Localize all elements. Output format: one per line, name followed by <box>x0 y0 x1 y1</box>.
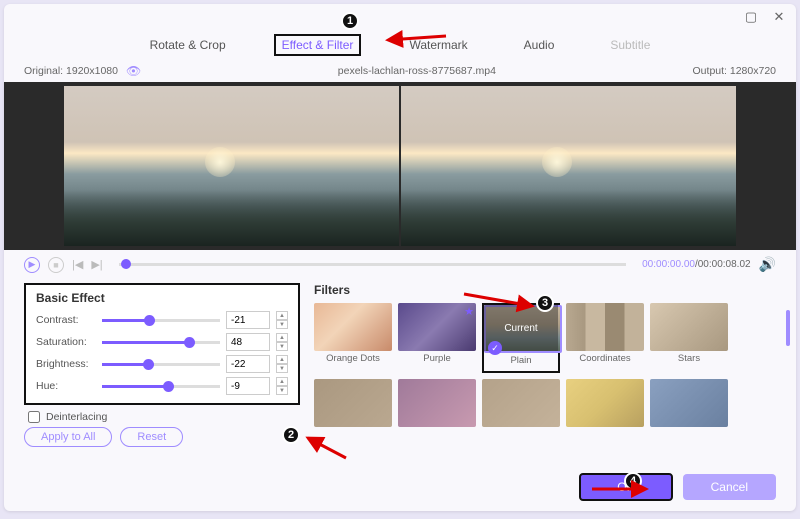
filter-item[interactable]: ★ Purple <box>398 303 476 373</box>
filter-item[interactable] <box>398 379 476 449</box>
filter-thumbnail <box>314 303 392 351</box>
spinner-up-icon[interactable]: ▲ <box>276 377 288 386</box>
spinner-up-icon[interactable]: ▲ <box>276 355 288 364</box>
window-close-icon[interactable]: ✕ <box>772 10 786 24</box>
effect-label: Saturation: <box>36 336 96 348</box>
video-editor-window: ▢ ✕ Rotate & Crop Effect & Filter Waterm… <box>4 4 796 511</box>
filter-thumbnail <box>314 379 392 427</box>
preview-original <box>64 86 399 246</box>
time-display: 00:00:00.00/00:00:08.02 <box>642 259 750 270</box>
effect-spinner[interactable]: ▲▼ <box>276 355 288 373</box>
filter-item[interactable]: Current✓Plain <box>482 303 560 373</box>
spinner-up-icon[interactable]: ▲ <box>276 333 288 342</box>
effect-row: Hue: -9 ▲▼ <box>36 377 288 395</box>
selected-check-icon: ✓ <box>488 341 502 355</box>
effect-value-input[interactable]: -22 <box>226 355 270 373</box>
filter-item[interactable] <box>650 379 728 449</box>
filter-thumbnail <box>566 303 644 351</box>
filter-item[interactable]: Stars <box>650 303 728 373</box>
footer-buttons: OK Cancel <box>579 473 776 501</box>
deinterlacing-checkbox[interactable]: Deinterlacing <box>24 409 300 427</box>
filter-label: Stars <box>650 353 728 364</box>
effect-value-input[interactable]: -21 <box>226 311 270 329</box>
filter-item[interactable] <box>566 379 644 449</box>
tab-bar: Rotate & Crop Effect & Filter Watermark … <box>4 30 796 64</box>
filters-heading: Filters <box>314 283 776 297</box>
next-frame-button[interactable]: ▶| <box>91 258 102 271</box>
effect-slider[interactable] <box>102 363 220 366</box>
spinner-down-icon[interactable]: ▼ <box>276 364 288 373</box>
spinner-up-icon[interactable]: ▲ <box>276 311 288 320</box>
filter-item[interactable]: Orange Dots <box>314 303 392 373</box>
window-minimize-icon[interactable]: ▢ <box>744 10 758 24</box>
reset-button[interactable]: Reset <box>120 427 183 447</box>
basic-effect-panel: Basic Effect Contrast:-21▲▼Saturation:48… <box>24 283 300 405</box>
effect-label: Hue: <box>36 380 96 392</box>
output-resolution: Output: 1280x720 <box>693 65 776 77</box>
editing-panel: Basic Effect Contrast:-21▲▼Saturation:48… <box>4 279 796 449</box>
preview-output <box>401 86 736 246</box>
playback-bar: ▶ ■ |◀ ▶| 00:00:00.00/00:00:08.02 🔊 <box>4 250 796 279</box>
spinner-down-icon[interactable]: ▼ <box>276 320 288 329</box>
filter-thumbnail <box>650 303 728 351</box>
effect-value-input[interactable]: 48 <box>226 333 270 351</box>
filter-thumbnail <box>482 379 560 427</box>
effect-row: Contrast: -21 ▲▼ <box>36 311 288 329</box>
filter-item[interactable]: Coordinates <box>566 303 644 373</box>
filter-label: Coordinates <box>566 353 644 364</box>
filter-label: Plain <box>484 355 558 366</box>
filter-grid: Orange Dots ★ Purple Current✓Plain Coordinat… <box>314 303 776 449</box>
tab-effect-filter[interactable]: Effect & Filter <box>274 34 362 56</box>
effect-spinner[interactable]: ▲▼ <box>276 333 288 351</box>
stop-button[interactable]: ■ <box>48 257 64 273</box>
effect-spinner[interactable]: ▲▼ <box>276 311 288 329</box>
effect-label: Contrast: <box>36 314 96 326</box>
timeline-slider[interactable] <box>119 263 626 266</box>
ok-button[interactable]: OK <box>579 473 672 501</box>
deinterlacing-input[interactable] <box>28 411 40 423</box>
prev-frame-button[interactable]: |◀ <box>72 258 83 271</box>
effect-value-input[interactable]: -9 <box>226 377 270 395</box>
filter-label: Orange Dots <box>314 353 392 364</box>
filter-thumbnail <box>398 379 476 427</box>
filter-thumbnail <box>566 379 644 427</box>
tab-subtitle: Subtitle <box>602 34 658 56</box>
filename-label: pexels-lachlan-ross-8775687.mp4 <box>141 65 692 77</box>
filter-item[interactable] <box>314 379 392 449</box>
preview-eye-icon[interactable]: 👁 <box>126 64 141 78</box>
effect-label: Brightness: <box>36 358 96 370</box>
favorite-star-icon: ★ <box>464 305 474 318</box>
filters-panel: Filters Orange Dots ★ Purple Current✓Plain C… <box>314 283 776 449</box>
play-button[interactable]: ▶ <box>24 257 40 273</box>
filter-label: Purple <box>398 353 476 364</box>
info-bar: Original: 1920x1080 👁 pexels-lachlan-ros… <box>4 64 796 82</box>
volume-icon[interactable]: 🔊 <box>759 256 776 273</box>
effect-slider[interactable] <box>102 385 220 388</box>
original-resolution: Original: 1920x1080 <box>24 65 118 77</box>
filters-scrollbar[interactable] <box>786 310 790 346</box>
effect-row: Brightness: -22 ▲▼ <box>36 355 288 373</box>
basic-effect-heading: Basic Effect <box>36 291 288 305</box>
tab-rotate-crop[interactable]: Rotate & Crop <box>142 34 234 56</box>
cancel-button[interactable]: Cancel <box>683 474 776 500</box>
tab-audio[interactable]: Audio <box>516 34 563 56</box>
effect-spinner[interactable]: ▲▼ <box>276 377 288 395</box>
effect-row: Saturation: 48 ▲▼ <box>36 333 288 351</box>
tab-watermark[interactable]: Watermark <box>401 34 475 56</box>
effect-slider[interactable] <box>102 319 220 322</box>
filter-item[interactable] <box>482 379 560 449</box>
effect-slider[interactable] <box>102 341 220 344</box>
apply-to-all-button[interactable]: Apply to All <box>24 427 112 447</box>
spinner-down-icon[interactable]: ▼ <box>276 386 288 395</box>
titlebar: ▢ ✕ <box>4 4 796 30</box>
spinner-down-icon[interactable]: ▼ <box>276 342 288 351</box>
preview-area <box>4 82 796 250</box>
filter-thumbnail <box>650 379 728 427</box>
